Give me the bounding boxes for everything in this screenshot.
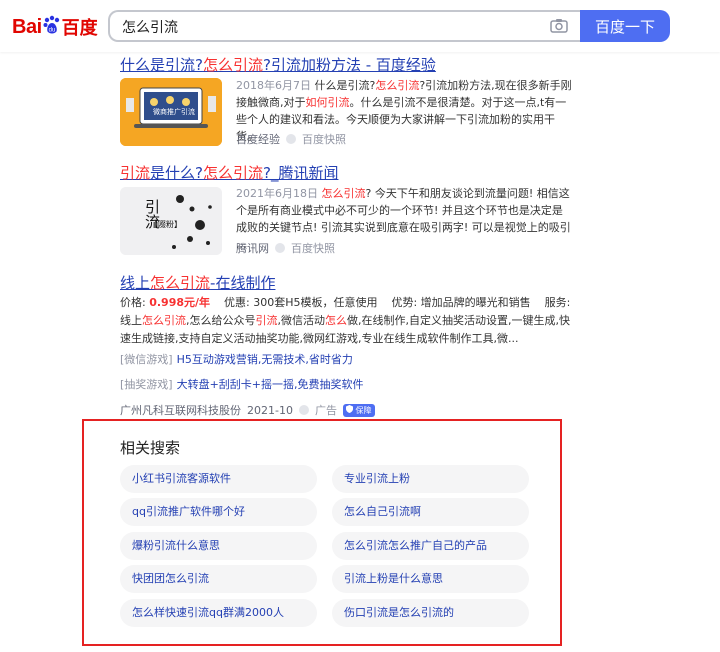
related-search-chip[interactable]: qq引流推广软件哪个好 <box>120 498 317 526</box>
ad-sublink-1[interactable]: [微信游戏] H5互动游戏营销,无需技术,省时省力 <box>120 351 353 367</box>
related-search-chip[interactable]: 怎么自己引流啊 <box>332 498 529 526</box>
related-search-chip[interactable]: 引流上粉是什么意思 <box>332 565 529 593</box>
result-1-source: 百度经验 百度快照 <box>236 131 346 147</box>
ad-footer: 广州凡科互联网科技股份 2021-10 广告 保障 <box>120 402 375 418</box>
result-2-thumbnail[interactable]: 引流 【啜粉】 <box>120 187 222 255</box>
top-bar: Bai du 百度 百度一下 <box>0 0 720 52</box>
camera-icon[interactable] <box>550 18 568 37</box>
svg-text:du: du <box>48 28 55 34</box>
result-2-title[interactable]: 引流是什么?怎么引流?_腾讯新闻 <box>120 164 338 182</box>
source-name[interactable]: 百度经验 <box>236 131 280 147</box>
ad-description: 线上怎么引流,怎么给公众号引流,微信活动怎么做,在线制作,自定义抽奖活动设置,一… <box>120 314 570 345</box>
search-button[interactable]: 百度一下 <box>580 10 670 42</box>
ad-result: 线上怎么引流-在线制作 <box>120 272 275 293</box>
info-icon[interactable] <box>275 243 285 253</box>
result-2: 引流是什么?怎么引流?_腾讯新闻 <box>120 162 338 183</box>
shield-badge[interactable]: 保障 <box>342 403 375 417</box>
ad-info-line: 价格: 0.998元/年 优惠: 300套H5模板，任意使用 优势: 增加品牌的… <box>120 296 574 309</box>
info-icon[interactable] <box>286 134 296 144</box>
info-icon[interactable] <box>298 405 309 415</box>
result-1: 什么是引流?怎么引流?引流加粉方法 - 百度经验 <box>120 54 436 75</box>
thumb-sub: 【啜粉】 <box>150 220 182 229</box>
logo-text-du: 百度 <box>61 18 98 39</box>
related-search-chip[interactable]: 怎么样快速引流qq群满2000人 <box>120 599 317 627</box>
result-2-source: 腾讯网 百度快照 <box>236 240 335 256</box>
related-search-chip[interactable]: 伤口引流是怎么引流的 <box>332 599 529 627</box>
source-name[interactable]: 腾讯网 <box>236 240 269 256</box>
search-input[interactable] <box>120 15 544 39</box>
result-1-title[interactable]: 什么是引流?怎么引流?引流加粉方法 - 百度经验 <box>120 56 436 74</box>
shield-icon <box>345 404 353 413</box>
related-search-chip[interactable]: 专业引流上粉 <box>332 465 529 493</box>
baidu-logo[interactable]: Bai du 百度 <box>12 12 98 42</box>
ad-label: 广告 <box>314 404 337 417</box>
paw-icon: du <box>43 15 61 39</box>
logo-text-bai: Bai <box>12 15 42 38</box>
result-1-thumbnail[interactable]: 微商推广引流 <box>120 78 222 146</box>
ad-title[interactable]: 线上怎么引流-在线制作 <box>120 274 275 292</box>
related-search-chip[interactable]: 怎么引流怎么推广自己的产品 <box>332 532 529 560</box>
ad-company[interactable]: 广州凡科互联网科技股份 <box>120 402 241 418</box>
related-search-chip[interactable]: 爆粉引流什么意思 <box>120 532 317 560</box>
related-search-chip[interactable]: 快团团怎么引流 <box>120 565 317 593</box>
related-search-chip[interactable]: 小红书引流客源软件 <box>120 465 317 493</box>
thumb-caption: 微商推广引流 <box>153 108 195 116</box>
related-searches-title: 相关搜索 <box>120 439 181 457</box>
snapshot-link[interactable]: 百度快照 <box>291 240 335 256</box>
ad-sublink-2[interactable]: [抽奖游戏] 大转盘+刮刮卡+摇一摇,免费抽奖软件 <box>120 376 364 392</box>
search-box[interactable] <box>108 10 580 42</box>
ad-date: 2021-10 <box>247 403 293 417</box>
snapshot-link[interactable]: 百度快照 <box>302 131 346 147</box>
